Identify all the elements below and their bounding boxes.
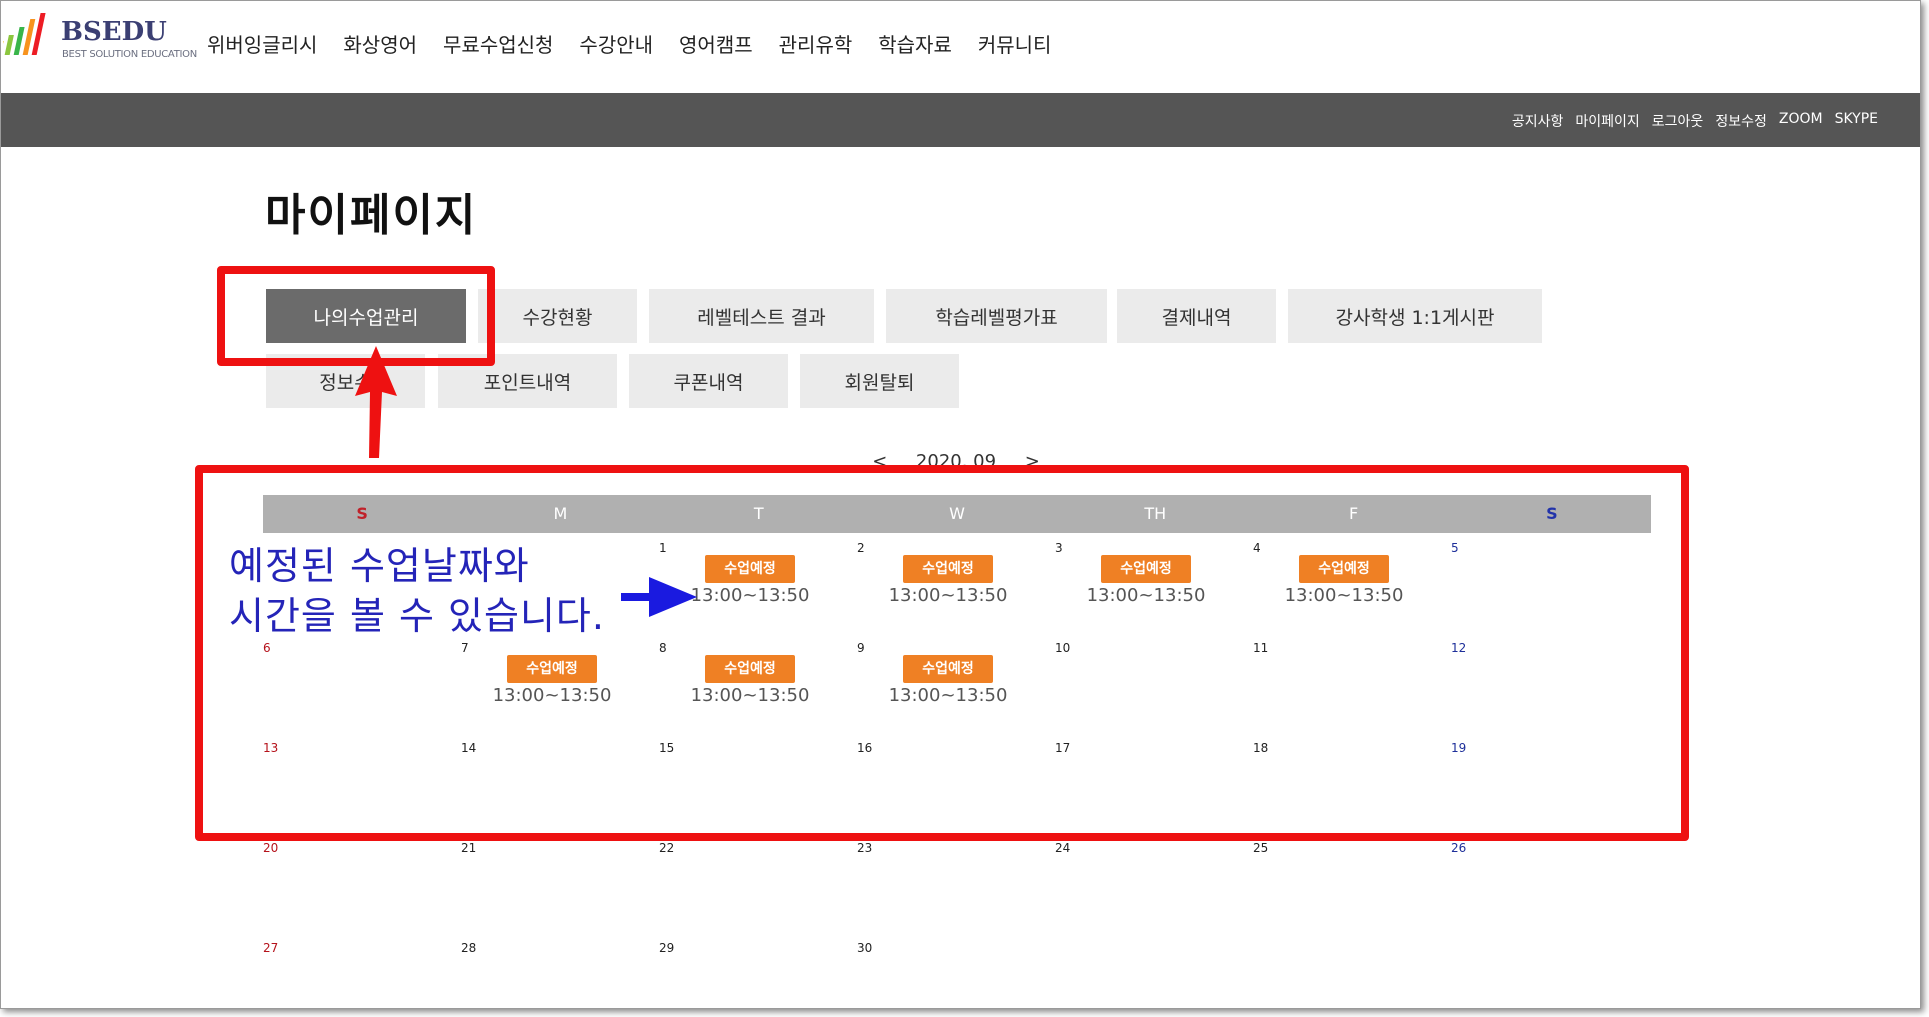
calendar-day-number: 21	[461, 841, 477, 855]
util-link-zoom[interactable]: ZOOM	[1779, 111, 1823, 131]
nav-item[interactable]: 화상영어	[343, 29, 417, 58]
tab-withdraw[interactable]: 회원탈퇴	[800, 354, 959, 408]
util-link-edit-info[interactable]: 정보수정	[1715, 111, 1767, 131]
calendar-day-number: 25	[1253, 841, 1269, 855]
calendar-day-number: 20	[263, 841, 279, 855]
logo-tagline: BEST SOLUTION EDUCATION	[62, 49, 197, 60]
page-title: 마이페이지	[265, 190, 478, 241]
nav-item[interactable]: 학습자료	[878, 29, 952, 58]
nav-item[interactable]: 영어캠프	[679, 29, 753, 58]
tab-payment-history[interactable]: 결제내역	[1117, 289, 1276, 343]
logo-wordmark: BSEDU	[61, 17, 167, 47]
highlight-box-calendar	[195, 465, 1689, 841]
tab-coupons[interactable]: 쿠폰내역	[629, 354, 788, 408]
nav-item[interactable]: 무료수업신청	[443, 29, 553, 58]
calendar-day-number: 30	[857, 941, 873, 955]
annotation-line-2: 시간을 볼 수 있습니다.	[229, 594, 605, 638]
util-link-skype[interactable]: SKYPE	[1835, 111, 1878, 131]
util-link-notice[interactable]: 공지사항	[1512, 111, 1564, 131]
tab-one-on-one-board[interactable]: 강사학생 1:1게시판	[1288, 289, 1542, 343]
calendar-day-number: 22	[659, 841, 675, 855]
nav-item[interactable]: 관리유학	[779, 29, 853, 58]
main-nav: 위버잉글리시 화상영어 무료수업신청 수강안내 영어캠프 관리유학 학습자료 커…	[207, 29, 1077, 58]
red-arrow-up-icon	[355, 346, 397, 458]
calendar-day-number: 24	[1055, 841, 1071, 855]
annotation-text: 예정된 수업날짜와 시간을 볼 수 있습니다.	[229, 541, 605, 641]
logo[interactable]: BSEDU BEST SOLUTION EDUCATION	[3, 11, 203, 63]
utility-bar: 공지사항 마이페이지 로그아웃 정보수정 ZOOM SKYPE	[1, 93, 1920, 147]
tab-level-evaluation[interactable]: 학습레벨평가표	[886, 289, 1107, 343]
nav-item[interactable]: 수강안내	[579, 29, 653, 58]
logo-bars-icon	[3, 13, 46, 55]
calendar-day-number: 26	[1451, 841, 1467, 855]
nav-item[interactable]: 커뮤니티	[978, 29, 1052, 58]
browser-frame: BSEDU BEST SOLUTION EDUCATION 위버잉글리시 화상영…	[0, 0, 1921, 1009]
nav-item[interactable]: 위버잉글리시	[207, 29, 317, 58]
calendar-day-number: 28	[461, 941, 477, 955]
annotation-line-1: 예정된 수업날짜와	[229, 544, 530, 588]
utility-links: 공지사항 마이페이지 로그아웃 정보수정 ZOOM SKYPE	[1512, 111, 1878, 131]
util-link-logout[interactable]: 로그아웃	[1652, 111, 1704, 131]
blue-arrow-right-icon	[621, 577, 697, 617]
calendar-day-number: 29	[659, 941, 675, 955]
tab-level-test-result[interactable]: 레벨테스트 결과	[649, 289, 874, 343]
calendar-day-number: 23	[857, 841, 873, 855]
calendar-day-number: 27	[263, 941, 279, 955]
util-link-mypage[interactable]: 마이페이지	[1575, 111, 1639, 131]
tab-enrollment-status[interactable]: 수강현황	[478, 289, 637, 343]
